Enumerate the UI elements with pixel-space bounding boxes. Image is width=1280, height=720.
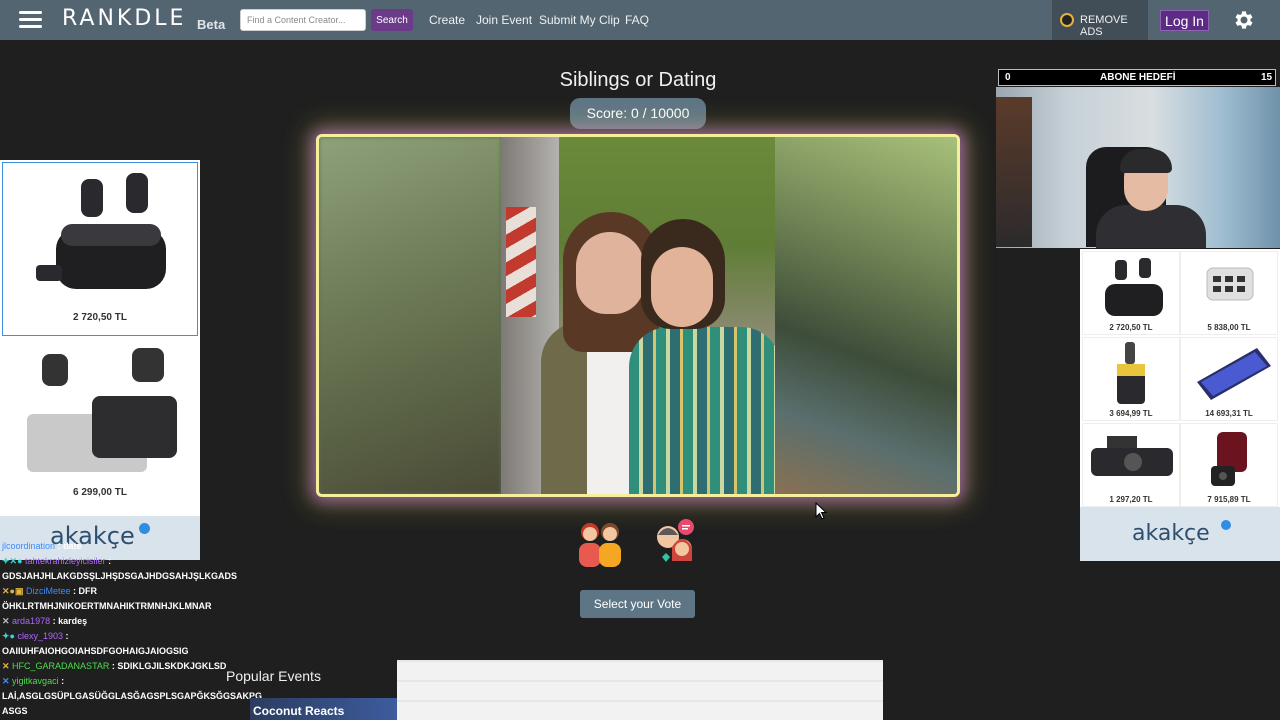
chat-text: GDSJAHJHLAKGDSŞLJHŞDSGAJHDGSAHJŞLKGADS xyxy=(2,571,238,581)
ad-product-card[interactable]: 3 694,99 TL xyxy=(1082,337,1180,421)
chat-username: HFC_GARADANASTAR xyxy=(12,661,110,671)
ad-product-card[interactable]: 2 720,50 TL xyxy=(1082,251,1180,335)
event-thumbnail-panel[interactable] xyxy=(397,660,883,720)
akakce-brand-banner[interactable]: akakçe xyxy=(1080,507,1280,561)
ad-price: 2 720,50 TL xyxy=(73,312,127,323)
event-title: Coconut Reacts xyxy=(253,704,345,718)
chat-message: ✕ HFC_GARADANASTAR : SDIKLGJILSKDKJGKLSD xyxy=(2,661,227,671)
chat-text-continued: ASGS xyxy=(2,706,28,716)
ad-product-card[interactable]: 1 297,20 TL xyxy=(1082,423,1180,507)
wireless-mic-product-icon xyxy=(36,173,166,289)
goal-target: 15 xyxy=(1261,72,1273,83)
goal-current: 0 xyxy=(1005,72,1011,83)
chat-text: SDIKLGJILSKDKJGKLSD xyxy=(117,661,227,671)
select-vote-button[interactable]: Select your Vote xyxy=(580,590,695,618)
chat-text: DFR xyxy=(78,586,98,596)
nav-faq[interactable]: FAQ xyxy=(625,13,649,27)
dashcam-product-icon xyxy=(1091,436,1173,476)
blurred-background-left xyxy=(319,137,501,494)
blurred-background-right xyxy=(775,137,957,494)
chat-username: DizciMetee xyxy=(25,586,71,596)
wireless-mic-product-icon xyxy=(1105,258,1163,316)
search-button[interactable]: Search xyxy=(371,9,413,31)
chat-message: ✕ arda1978 : kardeş xyxy=(2,616,88,626)
chat-username: yigitkavgaci xyxy=(12,676,59,686)
chat-message: ✦● clexy_1903 : OAIIUHFAIOHGOIAHSDFGOHAI… xyxy=(0,629,250,659)
left-ad-panel[interactable]: 2 720,50 TL 6 299,00 TL akakçe xyxy=(0,160,200,560)
creator-search-input[interactable] xyxy=(240,9,366,31)
menu-icon[interactable] xyxy=(19,11,42,29)
event-card[interactable]: Coconut Reacts xyxy=(250,698,397,720)
brand-logo: akakçe xyxy=(1132,521,1210,546)
right-ad-panel[interactable]: 2 720,50 TL 5 838,00 TL 3 694,99 TL 14 6… xyxy=(1080,249,1280,561)
remove-ads-icon xyxy=(1060,13,1074,27)
beta-label: Beta xyxy=(197,17,226,32)
chat-message: ✦✕● tahtekrahizleyicisiler : GDSJAHJHLAK… xyxy=(0,554,250,584)
couple-photo xyxy=(501,137,780,494)
chat-text: kardeş xyxy=(58,616,88,626)
clip-frame xyxy=(316,134,960,497)
goal-label: ABONE HEDEFİ xyxy=(1100,72,1176,83)
chat-text: LAİ,ASGLGSÜPLGASÜĞGLASĞAGSPLSGAPĞKSĞGSAK… xyxy=(2,691,263,701)
nav-submit-clip[interactable]: Submit My Clip xyxy=(539,13,620,27)
chat-username: arda1978 xyxy=(12,616,51,626)
mic-case-product-icon xyxy=(1117,342,1145,404)
chat-username: clexy_1903 xyxy=(17,631,64,641)
ad-product-card[interactable]: 5 838,00 TL xyxy=(1180,251,1278,335)
chat-text: OAIIUHFAIOHGOIAHSDFGOHAIGJAIOGSIG xyxy=(2,646,189,656)
dating-vote-icon[interactable] xyxy=(650,517,702,569)
ad-product-card[interactable]: 6 299,00 TL xyxy=(2,340,198,516)
ad-price: 5 838,00 TL xyxy=(1207,323,1251,332)
ad-product-card[interactable]: 14 693,31 TL xyxy=(1180,337,1278,421)
chat-text-continued: ÖHKLRTMHJNIKOERTMNAHIKTRMNHJKLMNAR xyxy=(2,601,212,611)
remove-ads-label: REMOVE ADS xyxy=(1080,14,1128,38)
score-display: Score: 0 / 10000 xyxy=(570,98,706,129)
login-button[interactable]: Log In xyxy=(1160,10,1209,31)
streamer-webcam xyxy=(996,87,1280,248)
chat-message: ✕ yigitkavgaci : LAİ,ASGLGSÜPLGASÜĞGLASĞ… xyxy=(0,674,263,719)
chat-message: jlcoordination : date xyxy=(2,541,82,551)
top-navbar: RANKDLE Beta Search Create Join Event Su… xyxy=(0,0,1280,40)
siblings-vote-icon[interactable] xyxy=(574,517,626,569)
chat-username: tahtekrahizleyicisiler xyxy=(25,556,106,566)
page-root: RANKDLE Beta Search Create Join Event Su… xyxy=(0,0,1280,720)
verified-check-icon xyxy=(1221,520,1231,530)
nav-join-event[interactable]: Join Event xyxy=(476,13,532,27)
ad-price: 7 915,89 TL xyxy=(1207,495,1251,504)
stream-chat: jlcoordination : date ✦✕● tahtekrahizley… xyxy=(0,539,263,719)
settings-gear-icon[interactable] xyxy=(1231,8,1255,32)
chat-message: ✕●▣ DizciMetee : DFR ÖHKLRTMHJNIKOERTMNA… xyxy=(0,584,250,614)
verified-check-icon xyxy=(139,523,150,534)
subscriber-goal-bar: 0 ABONE HEDEFİ 15 xyxy=(998,69,1276,86)
site-logo[interactable]: RANKDLE xyxy=(62,6,186,31)
ad-price: 6 299,00 TL xyxy=(73,487,127,498)
ad-product-card[interactable]: 2 720,50 TL xyxy=(2,162,198,336)
game-title: Siblings or Dating xyxy=(559,69,717,91)
ad-price: 3 694,99 TL xyxy=(1109,409,1153,418)
ad-price: 1 297,20 TL xyxy=(1109,495,1153,504)
chat-username: jlcoordination xyxy=(2,541,56,551)
keypad-product-icon xyxy=(1206,267,1254,301)
remove-ads-button[interactable]: REMOVE ADS xyxy=(1052,0,1148,40)
mouse-cursor-icon xyxy=(815,502,827,520)
stream-deck-product-icon xyxy=(1197,348,1271,400)
ad-product-card[interactable]: 7 915,89 TL xyxy=(1180,423,1278,507)
chat-text: date xyxy=(63,541,82,551)
ad-price: 2 720,50 TL xyxy=(1109,323,1153,332)
nav-create[interactable]: Create xyxy=(429,13,465,27)
ad-price: 14 693,31 TL xyxy=(1205,409,1253,418)
dji-mic-product-icon xyxy=(27,348,177,472)
dashcam-red-product-icon xyxy=(1211,432,1247,486)
popular-events-heading: Popular Events xyxy=(226,668,321,684)
